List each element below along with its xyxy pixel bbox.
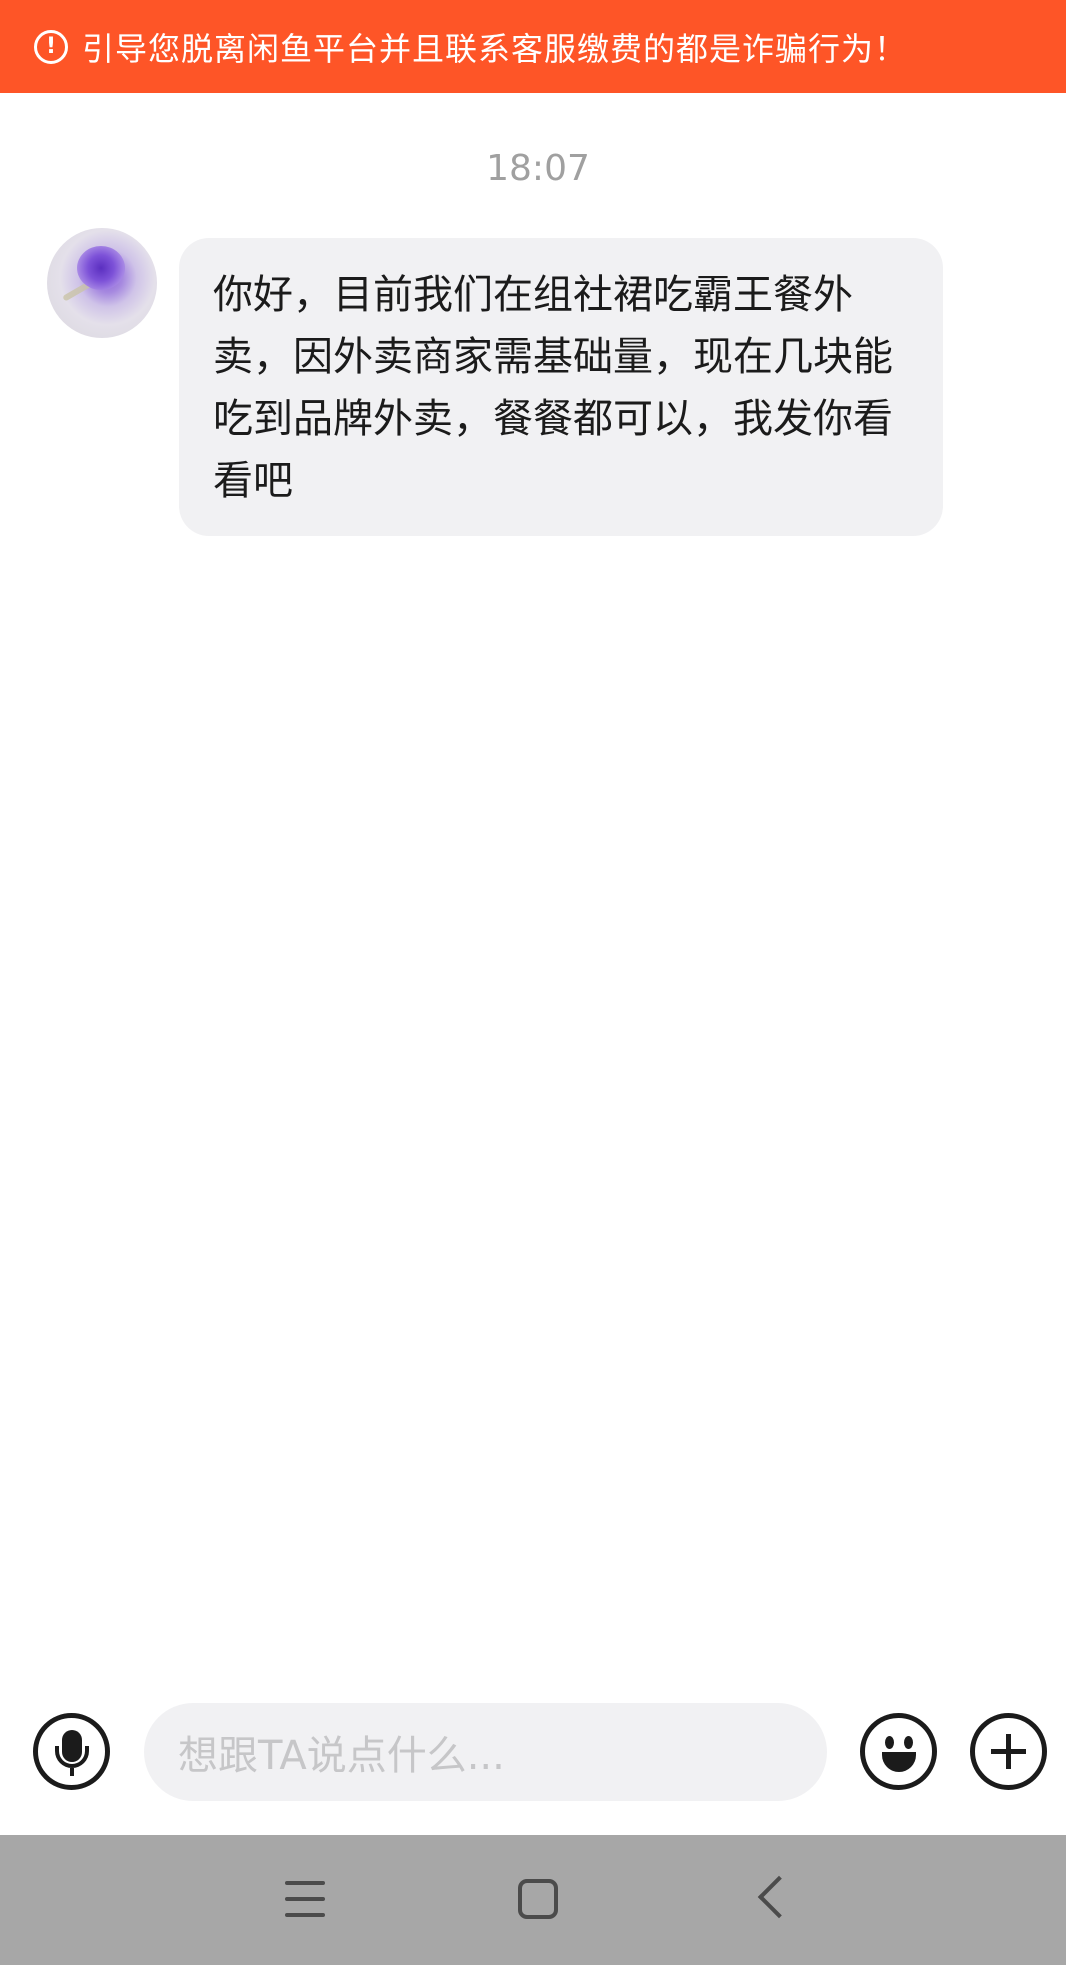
message-input[interactable]: 想跟TA说点什么... (144, 1703, 827, 1801)
menu-icon[interactable] (285, 1881, 325, 1917)
chat-screen: ! 引导您脱离闲鱼平台并且联系客服缴费的都是诈骗行为！ 18:07 你好，目前我… (0, 0, 1066, 1965)
voice-input-button[interactable] (33, 1713, 110, 1790)
system-navigation-bar (0, 1835, 1066, 1965)
message-timestamp: 18:07 (486, 148, 590, 189)
message-text: 你好，目前我们在组社裙吃霸王餐外卖，因外卖商家需基础量，现在几块能吃到品牌外卖，… (213, 272, 893, 504)
message-input-placeholder: 想跟TA说点什么... (178, 1733, 505, 1779)
more-actions-button[interactable] (970, 1713, 1047, 1790)
message-bubble[interactable]: 你好，目前我们在组社裙吃霸王餐外卖，因外卖商家需基础量，现在几块能吃到品牌外卖，… (179, 238, 943, 536)
warning-text: 引导您脱离闲鱼平台并且联系客服缴费的都是诈骗行为！ (82, 29, 908, 68)
avatar[interactable] (47, 228, 157, 338)
home-square-icon[interactable] (518, 1879, 558, 1919)
avatar-rose-image (77, 246, 125, 290)
alert-circle-icon: ! (34, 29, 68, 64)
fraud-warning-banner: ! 引导您脱离闲鱼平台并且联系客服缴费的都是诈骗行为！ (0, 0, 1066, 93)
back-chevron-icon[interactable] (757, 1875, 801, 1919)
emoji-button[interactable] (860, 1713, 937, 1790)
